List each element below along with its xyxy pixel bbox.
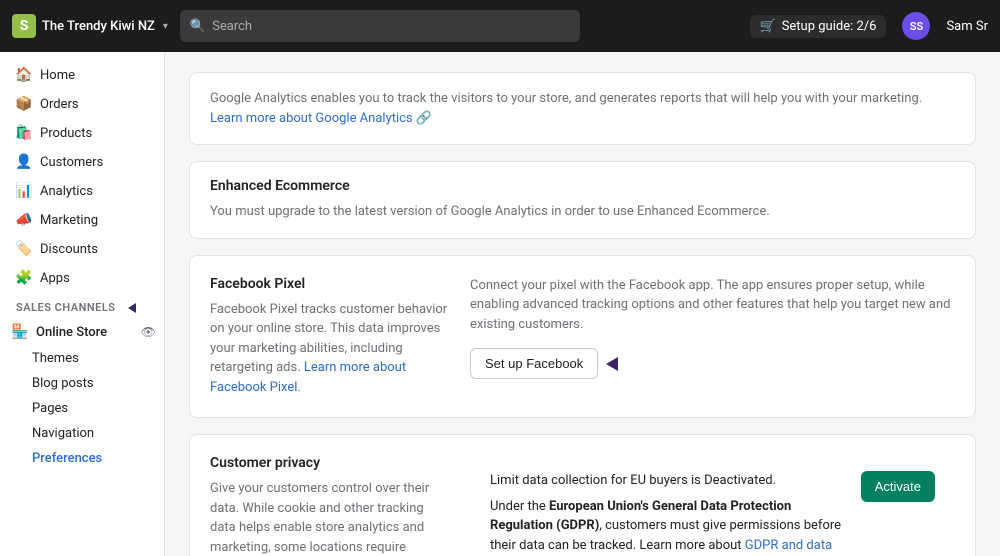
top-navigation: S The Trendy Kiwi NZ ▾ 🔍 Search 🛒 Setup … bbox=[0, 0, 1000, 52]
google-analytics-desc: Google Analytics enables you to track th… bbox=[210, 91, 922, 106]
main-content: Google Analytics enables you to track th… bbox=[165, 52, 1000, 556]
user-name: Sam Sr bbox=[946, 19, 988, 34]
google-analytics-partial: Google Analytics enables you to track th… bbox=[189, 72, 976, 145]
facebook-pixel-right-desc: Connect your pixel with the Facebook app… bbox=[470, 276, 955, 335]
setup-facebook-container: Set up Facebook bbox=[470, 348, 955, 379]
sidebar-subitem-themes[interactable]: Themes bbox=[0, 346, 164, 371]
sidebar-label-products: Products bbox=[40, 126, 92, 141]
facebook-pixel-title: Facebook Pixel bbox=[210, 276, 450, 292]
online-store-icon: 🏪 bbox=[12, 324, 28, 340]
facebook-arrow-indicator bbox=[606, 357, 618, 371]
enhanced-ecommerce-desc: You must upgrade to the latest version o… bbox=[210, 202, 955, 222]
online-store-label: Online Store bbox=[36, 325, 107, 340]
sidebar-label-marketing: Marketing bbox=[40, 213, 98, 228]
analytics-icon: 📊 bbox=[16, 183, 32, 199]
search-bar[interactable]: 🔍 Search bbox=[180, 10, 580, 42]
eu-title: Limit data collection for EU buyers is D… bbox=[490, 471, 845, 491]
avatar[interactable]: SS bbox=[902, 12, 930, 40]
sidebar-item-customers[interactable]: 👤 Customers bbox=[4, 148, 160, 176]
sidebar-subitem-preferences[interactable]: Preferences bbox=[0, 446, 164, 471]
sales-channels-section: Sales channels bbox=[0, 293, 164, 318]
discounts-icon: 🏷️ bbox=[16, 241, 32, 257]
sidebar-label-orders: Orders bbox=[40, 97, 79, 112]
sidebar-item-online-store[interactable]: 🏪 Online Store 👁 bbox=[0, 318, 164, 346]
sidebar-item-orders[interactable]: 📦 Orders bbox=[4, 90, 160, 118]
sidebar-label-analytics: Analytics bbox=[40, 184, 93, 199]
search-placeholder: Search bbox=[212, 19, 252, 34]
activate-eu-button[interactable]: Activate bbox=[861, 471, 935, 502]
cart-icon: 🛒 bbox=[760, 19, 776, 34]
sidebar-label-customers: Customers bbox=[40, 155, 103, 170]
eu-desc-prefix: Under the bbox=[490, 499, 549, 514]
setup-guide-label: Setup guide: 2/6 bbox=[782, 19, 877, 34]
store-dropdown-chevron: ▾ bbox=[163, 21, 168, 32]
main-layout: 🏠 Home 📦 Orders 🛍️ Products 👤 Customers … bbox=[0, 52, 1000, 556]
customers-icon: 👤 bbox=[16, 154, 32, 170]
facebook-pixel-right: Connect your pixel with the Facebook app… bbox=[470, 276, 955, 398]
customer-privacy-desc-text: Give your customers control over their d… bbox=[210, 481, 429, 556]
customer-privacy-card: Customer privacy Give your customers con… bbox=[189, 434, 976, 556]
sidebar-subitem-navigation[interactable]: Navigation bbox=[0, 421, 164, 446]
facebook-pixel-desc: Facebook Pixel tracks customer behavior … bbox=[210, 300, 450, 398]
themes-label: Themes bbox=[32, 351, 79, 366]
home-icon: 🏠 bbox=[16, 67, 32, 83]
customer-privacy-title: Customer privacy bbox=[210, 455, 450, 471]
customer-privacy-right: Limit data collection for EU buyers is D… bbox=[470, 455, 955, 556]
apps-icon: 🧩 bbox=[16, 270, 32, 286]
gdpr-eu-text: Limit data collection for EU buyers is D… bbox=[490, 471, 845, 556]
sidebar-item-apps[interactable]: 🧩 Apps bbox=[4, 264, 160, 292]
nav-right: 🛒 Setup guide: 2/6 SS Sam Sr bbox=[750, 12, 989, 40]
store-name: The Trendy Kiwi NZ bbox=[42, 19, 155, 34]
navigation-label: Navigation bbox=[32, 426, 94, 441]
setup-guide-button[interactable]: 🛒 Setup guide: 2/6 bbox=[750, 15, 887, 38]
sidebar-label-home: Home bbox=[40, 68, 75, 83]
store-logo[interactable]: S The Trendy Kiwi NZ ▾ bbox=[12, 14, 168, 38]
products-icon: 🛍️ bbox=[16, 125, 32, 141]
sidebar-subitem-blog-posts[interactable]: Blog posts bbox=[0, 371, 164, 396]
enhanced-ecommerce-title: Enhanced Ecommerce bbox=[210, 178, 955, 194]
setup-facebook-button[interactable]: Set up Facebook bbox=[470, 348, 598, 379]
online-store-left: 🏪 Online Store bbox=[12, 324, 107, 340]
facebook-pixel-row: Facebook Pixel Facebook Pixel tracks cus… bbox=[190, 256, 975, 418]
sidebar-label-apps: Apps bbox=[40, 271, 70, 286]
marketing-icon: 📣 bbox=[16, 212, 32, 228]
enhanced-ecommerce-card: Enhanced Ecommerce You must upgrade to t… bbox=[189, 161, 976, 239]
gdpr-eu-row: Limit data collection for EU buyers is D… bbox=[470, 455, 955, 556]
sidebar-subitem-pages[interactable]: Pages bbox=[0, 396, 164, 421]
customer-privacy-desc: Give your customers control over their d… bbox=[210, 479, 450, 556]
eye-icon[interactable]: 👁 bbox=[141, 325, 156, 339]
sidebar-item-home[interactable]: 🏠 Home bbox=[4, 61, 160, 89]
eu-title-text: Limit data collection for EU buyers is D… bbox=[490, 473, 776, 488]
facebook-pixel-left: Facebook Pixel Facebook Pixel tracks cus… bbox=[210, 276, 450, 398]
sidebar-label-discounts: Discounts bbox=[40, 242, 98, 257]
sidebar-item-analytics[interactable]: 📊 Analytics bbox=[4, 177, 160, 205]
search-icon: 🔍 bbox=[190, 19, 206, 34]
blog-posts-label: Blog posts bbox=[32, 376, 94, 391]
sidebar-item-discounts[interactable]: 🏷️ Discounts bbox=[4, 235, 160, 263]
sidebar-item-products[interactable]: 🛍️ Products bbox=[4, 119, 160, 147]
sales-channels-label: Sales channels bbox=[16, 301, 116, 314]
sidebar-item-marketing[interactable]: 📣 Marketing bbox=[4, 206, 160, 234]
customer-privacy-top-row: Customer privacy Give your customers con… bbox=[190, 435, 975, 556]
shopify-icon: S bbox=[12, 14, 36, 38]
facebook-pixel-card: Facebook Pixel Facebook Pixel tracks cus… bbox=[189, 255, 976, 419]
sidebar: 🏠 Home 📦 Orders 🛍️ Products 👤 Customers … bbox=[0, 52, 165, 556]
pages-label: Pages bbox=[32, 401, 68, 416]
orders-icon: 📦 bbox=[16, 96, 32, 112]
customer-privacy-left: Customer privacy Give your customers con… bbox=[210, 455, 450, 556]
preferences-label: Preferences bbox=[32, 451, 102, 466]
sales-channels-arrow bbox=[128, 303, 136, 313]
google-analytics-link[interactable]: Learn more about Google Analytics bbox=[210, 111, 413, 126]
